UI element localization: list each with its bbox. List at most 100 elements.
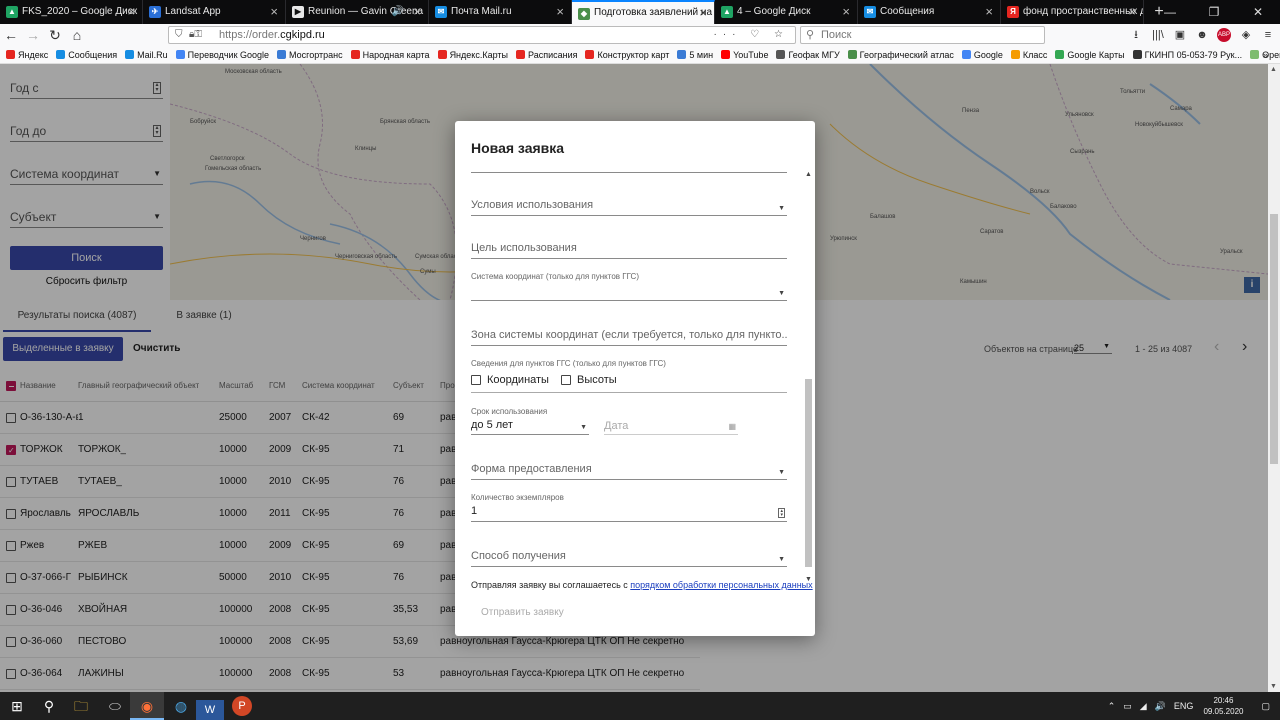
bookmark-item[interactable]: Геофак МГУ: [776, 50, 840, 60]
file-explorer-icon[interactable]: 🗀: [64, 692, 98, 720]
lock-icon[interactable]: 🔒︎⚿: [189, 27, 202, 43]
page-actions-icons[interactable]: ··· ♡ ☆: [714, 27, 789, 43]
browser-tab[interactable]: ✈ Landsat App ×: [143, 0, 286, 24]
adblock-icon[interactable]: ABP: [1217, 28, 1231, 42]
search-icon[interactable]: ⚲: [32, 692, 66, 720]
close-tab-icon[interactable]: ×: [985, 0, 993, 24]
page-scrollbar[interactable]: ▲ ▼: [1268, 64, 1280, 692]
bookmark-item[interactable]: YouTube: [721, 50, 768, 60]
back-button[interactable]: ←: [0, 24, 22, 46]
checkbox-box[interactable]: [471, 375, 481, 385]
close-icon[interactable]: ✕: [1236, 0, 1280, 24]
calendar-icon[interactable]: ▦: [728, 422, 736, 431]
app-icon[interactable]: ◍: [164, 692, 198, 720]
bookmark-item[interactable]: Переводчик Google: [175, 50, 269, 60]
bookmark-item[interactable]: Конструктор карт: [585, 50, 669, 60]
usage-terms-select[interactable]: Условия использования ▼: [471, 199, 787, 216]
close-tab-icon[interactable]: ×: [1128, 0, 1136, 24]
spinner-icon[interactable]: ▴ ▾: [778, 508, 785, 518]
volume-icon[interactable]: 🔊: [1155, 701, 1166, 712]
browser-tab[interactable]: ▲ 4 – Google Диск ×: [715, 0, 858, 24]
bookmark-item[interactable]: Сообщения: [56, 50, 117, 60]
language-indicator[interactable]: ENG: [1174, 701, 1194, 711]
bookmark-item[interactable]: Географический атлас: [847, 50, 954, 60]
restore-icon[interactable]: ❐: [1192, 0, 1236, 24]
start-button[interactable]: ⊞: [0, 692, 34, 720]
scrollbar-thumb[interactable]: [1270, 214, 1278, 464]
close-tab-icon[interactable]: ×: [413, 0, 421, 24]
menu-icon[interactable]: ≡: [1257, 24, 1279, 46]
browser-tab[interactable]: ✉ Почта Mail.ru ×: [429, 0, 572, 24]
notification-icon[interactable]: ▢: [1261, 701, 1270, 712]
battery-icon[interactable]: ▭: [1123, 701, 1132, 712]
bookmark-label: Расписания: [527, 49, 578, 60]
account-icon[interactable]: ☻: [1191, 24, 1213, 46]
scrollbar-thumb[interactable]: [805, 379, 812, 567]
usage-purpose-input[interactable]: Цель использования: [471, 242, 787, 259]
coord-system-select[interactable]: ▼: [471, 285, 787, 301]
term-select[interactable]: до 5 лет ▼: [471, 419, 589, 435]
shield-icon[interactable]: ⛉: [175, 27, 183, 43]
bookmark-item[interactable]: Google Карты: [1055, 50, 1125, 60]
browser-tab[interactable]: ✉ Сообщения ×: [858, 0, 1001, 24]
library-icon[interactable]: |||\: [1147, 24, 1169, 46]
heights-checkbox[interactable]: Высоты: [561, 374, 617, 386]
bookmark-item[interactable]: Яндекс: [6, 50, 48, 60]
bookmark-item[interactable]: Народная карта: [350, 50, 430, 60]
scroll-up-icon[interactable]: ▲: [1270, 66, 1277, 73]
clock[interactable]: 20:46 09.05.2020: [1203, 695, 1243, 717]
bookmark-item[interactable]: Расписания: [515, 49, 578, 60]
speaker-icon[interactable]: 🔊: [392, 0, 404, 24]
close-tab-icon[interactable]: ×: [556, 0, 564, 24]
scroll-up-icon[interactable]: ▲: [805, 171, 812, 178]
receipt-method-select[interactable]: Способ получения ▼: [471, 550, 787, 567]
url-bar[interactable]: ⛉ 🔒︎⚿ https://order.cgkipd.ru ··· ♡ ☆: [168, 26, 796, 44]
forward-button[interactable]: →: [22, 24, 44, 46]
downloads-icon[interactable]: ⭳: [1125, 24, 1147, 46]
extension-icon[interactable]: ◈: [1235, 24, 1257, 46]
powerpoint-icon[interactable]: P: [232, 696, 252, 716]
tab-label: Сообщения: [880, 6, 935, 17]
personal-data-policy-link[interactable]: порядком обработки персональных данных: [630, 580, 812, 590]
usage-purpose-label: Цель использования: [471, 242, 577, 254]
browser-tab[interactable]: ▲ FKS_2020 – Google Диск ×: [0, 0, 143, 24]
browser-tab[interactable]: Яфонд пространственных да ×: [1001, 0, 1144, 24]
reload-button[interactable]: ↻: [44, 24, 66, 46]
bookmark-item[interactable]: Google: [961, 50, 1003, 60]
submit-order-button[interactable]: Отправить заявку: [481, 607, 564, 618]
word-icon[interactable]: W: [196, 700, 224, 720]
bookmark-label: Mail.Ru: [137, 49, 168, 60]
sidebar-icon[interactable]: ▣: [1169, 24, 1191, 46]
system-tray: ⌃ ▭ ◢ 🔊 ENG 20:46 09.05.2020 ▢: [1100, 692, 1280, 720]
close-tab-icon[interactable]: ×: [842, 0, 850, 24]
bookmark-item[interactable]: Яндекс.Карты: [437, 50, 508, 60]
browser-tab[interactable]: ◆ Подготовка заявлений на м ×: [572, 0, 715, 24]
network-icon[interactable]: ◢: [1140, 701, 1147, 712]
bookmarks-overflow-button[interactable]: »: [1263, 50, 1268, 60]
chevron-up-icon[interactable]: ⌃: [1108, 701, 1116, 712]
home-button[interactable]: ⌂: [66, 24, 88, 46]
checkbox-box[interactable]: [561, 375, 571, 385]
bookmark-item[interactable]: Мосгортранс: [277, 50, 343, 60]
search-input[interactable]: ⚲ Поиск: [800, 26, 1045, 44]
bookmark-item[interactable]: 5 мин: [677, 50, 713, 60]
delivery-form-select[interactable]: Форма предоставления ▼: [471, 463, 787, 480]
browser-tab[interactable]: ▶ Reunion — Gavin Greena 🔊 ×: [286, 0, 429, 24]
coordinates-checkbox[interactable]: Координаты: [471, 374, 549, 386]
bookmark-item[interactable]: Класс: [1010, 50, 1047, 60]
coord-zone-input[interactable]: Зона системы координат (если требуется, …: [471, 329, 787, 346]
scroll-down-icon[interactable]: ▼: [1270, 683, 1277, 690]
close-tab-icon[interactable]: ×: [127, 0, 135, 24]
dialog-scrollbar[interactable]: ▲ ▼: [804, 171, 813, 583]
consent-text: Отправляя заявку вы соглашаетесь с поряд…: [471, 580, 813, 590]
app-icon[interactable]: ⬭: [98, 692, 132, 720]
minimize-icon[interactable]: —: [1148, 0, 1192, 24]
bookmark-item[interactable]: Mail.Ru: [125, 50, 168, 60]
close-tab-icon[interactable]: ×: [270, 0, 278, 24]
bookmark-item[interactable]: ГКИНП 05-053-79 Рук...: [1132, 50, 1242, 60]
copies-input[interactable]: 1 ▴ ▾: [471, 505, 787, 522]
close-tab-icon[interactable]: ×: [699, 2, 707, 24]
tab-favicon-icon: ◆: [578, 8, 590, 20]
firefox-icon[interactable]: ◉: [130, 692, 164, 720]
date-input[interactable]: Дата ▦: [604, 420, 738, 435]
